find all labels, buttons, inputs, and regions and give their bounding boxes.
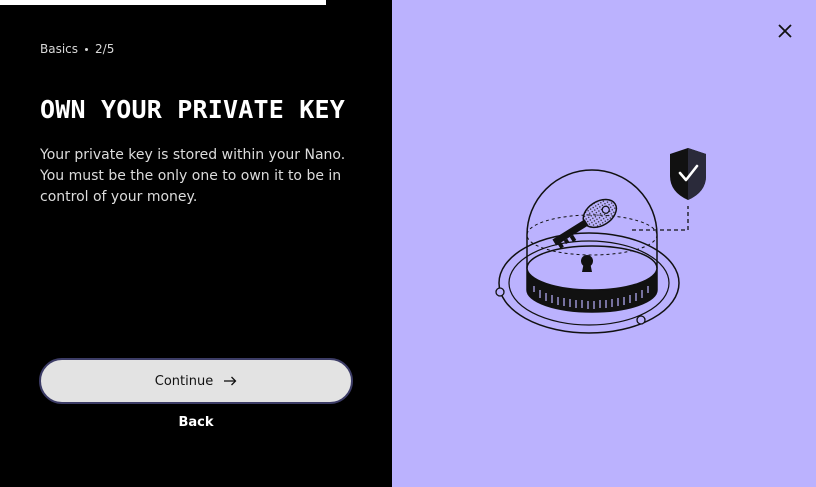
arrow-right-icon [223, 376, 237, 386]
page-title: OWN YOUR PRIVATE KEY [40, 95, 346, 124]
illustration-panel [392, 0, 816, 487]
breadcrumb-section: Basics [40, 42, 79, 56]
content-panel: Basics 2/5 OWN YOUR PRIVATE KEY Your pri… [0, 0, 392, 487]
back-button[interactable]: Back [146, 415, 246, 430]
separator-dot-icon [85, 47, 89, 51]
continue-button-label: Continue [154, 373, 214, 389]
page-description: Your private key is stored within your N… [40, 147, 346, 205]
private-key-dome-illustration [495, 148, 706, 334]
close-icon[interactable] [774, 20, 796, 42]
onboarding-modal: Basics 2/5 OWN YOUR PRIVATE KEY Your pri… [0, 0, 816, 487]
progress-bar [0, 0, 392, 5]
breadcrumb-step: 2/5 [95, 42, 115, 56]
progress-bar-fill [0, 0, 326, 5]
breadcrumb: Basics 2/5 [40, 42, 114, 56]
continue-button[interactable]: Continue [39, 358, 353, 404]
